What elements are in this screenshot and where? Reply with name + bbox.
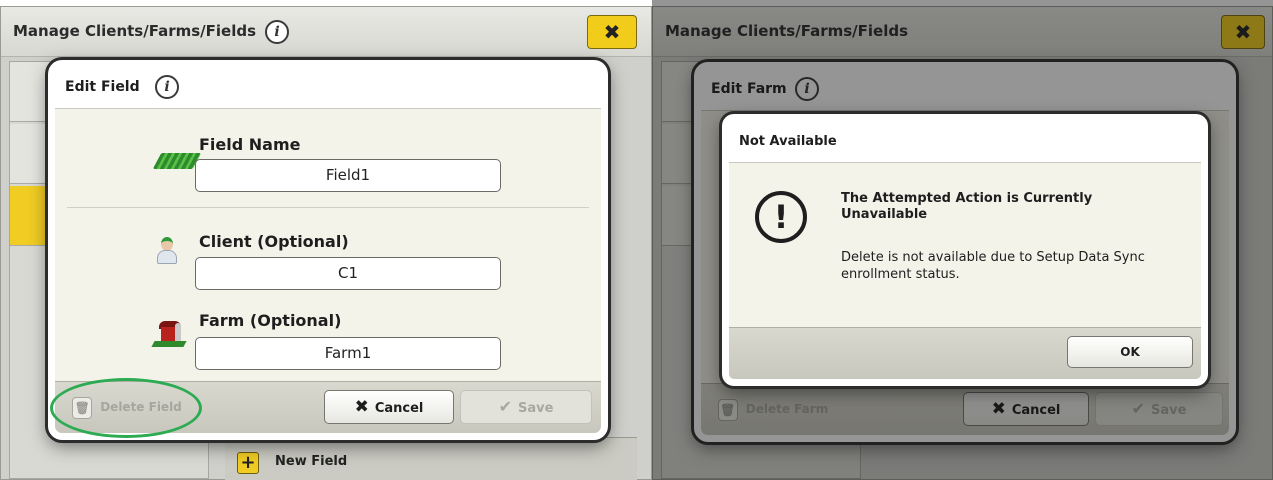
alert-titlebar: Not Available	[729, 121, 1201, 163]
check-icon: ✔	[498, 397, 512, 416]
manage-window-title: Manage Clients/Farms/Fields	[13, 22, 256, 40]
new-field-row[interactable]: + New Field	[225, 437, 637, 480]
info-icon[interactable]: i	[155, 75, 179, 99]
alert-title: Not Available	[739, 134, 837, 149]
ok-button[interactable]: OK	[1067, 336, 1193, 368]
close-icon[interactable]: ✖	[587, 15, 637, 49]
x-icon: ✖	[354, 397, 369, 417]
farm-icon	[151, 321, 187, 349]
left-screenshot: Manage Clients/Farms/Fields i ✖ + New Fi…	[0, 0, 652, 480]
alert-exclamation-icon: !	[755, 191, 807, 243]
alert-heading: The Attempted Action is Currently Unavai…	[841, 191, 1093, 222]
field-name-input[interactable]: Field1	[195, 159, 501, 192]
client-icon	[155, 237, 181, 267]
farm-select[interactable]: Farm1	[195, 337, 501, 370]
manage-window-titlebar: Manage Clients/Farms/Fields i ✖	[1, 7, 651, 57]
save-label: Save	[517, 401, 554, 416]
cancel-button[interactable]: ✖ Cancel	[324, 390, 454, 424]
alert-message: Delete is not available due to Setup Dat…	[841, 250, 1145, 282]
client-select[interactable]: C1	[195, 257, 501, 290]
save-button[interactable]: ✔ Save	[460, 390, 592, 424]
client-label: Client (Optional)	[199, 232, 349, 251]
right-screenshot: Manage Clients/Farms/Fields ✖ Edit Farm …	[652, 0, 1273, 480]
info-icon[interactable]: i	[265, 20, 289, 44]
field-icon	[152, 153, 202, 169]
new-field-label[interactable]: New Field	[275, 454, 347, 469]
edit-field-titlebar: Edit Field i	[55, 67, 601, 109]
highlight-ring	[50, 378, 202, 438]
field-name-label: Field Name	[199, 135, 301, 154]
farm-label: Farm (Optional)	[199, 311, 342, 330]
cancel-label: Cancel	[374, 401, 424, 416]
plus-icon[interactable]: +	[237, 452, 259, 474]
edit-field-title: Edit Field	[65, 79, 140, 95]
not-available-alert: Not Available ! The Attempted Action is …	[722, 114, 1208, 386]
alert-footer: OK	[729, 327, 1201, 379]
divider	[67, 207, 589, 208]
